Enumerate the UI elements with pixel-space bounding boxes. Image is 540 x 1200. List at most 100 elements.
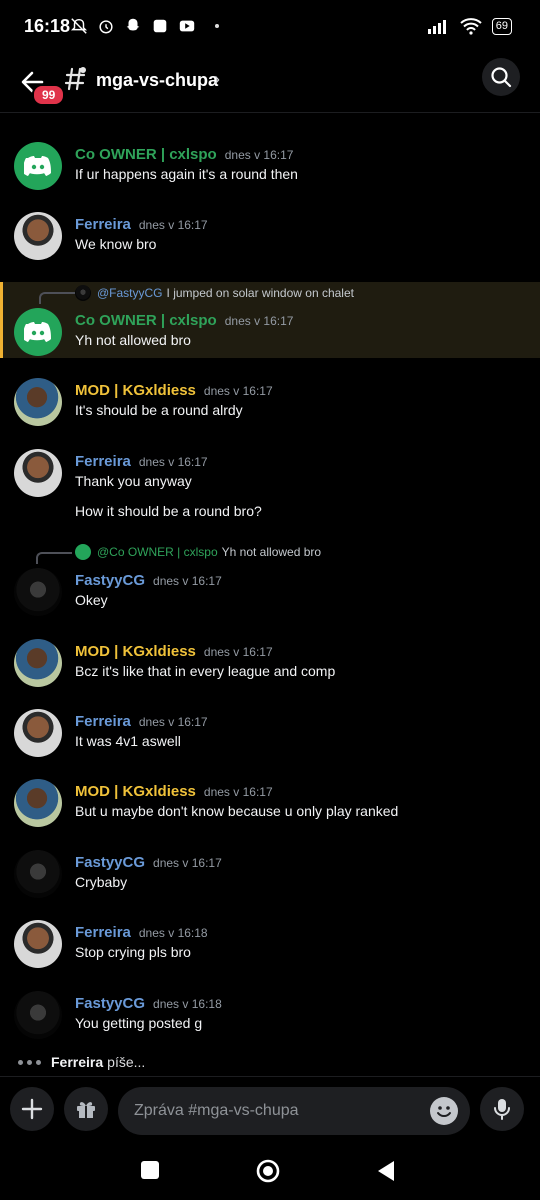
message-text: Stop crying pls bro [75, 944, 191, 960]
message-timestamp: dnes v 16:17 [224, 148, 294, 162]
message-item[interactable]: MOD | KGxldiess dnes v 16:17 It's should … [0, 376, 540, 432]
message-timestamp: dnes v 16:17 [224, 314, 294, 328]
message-timestamp: dnes v 16:17 [203, 384, 273, 398]
alarm-icon [99, 20, 113, 34]
channel-title[interactable]: mga-vs-chupa [96, 70, 218, 91]
message-composer [0, 1076, 540, 1148]
message-text: Thank you anyway [75, 473, 192, 489]
message-author[interactable]: Ferreira dnes v 16:17 [75, 216, 208, 233]
search-button[interactable] [482, 58, 520, 96]
home-button[interactable] [256, 1159, 280, 1183]
avatar[interactable] [14, 709, 62, 757]
avatar[interactable] [14, 308, 62, 356]
avatar[interactable] [14, 142, 62, 190]
avatar[interactable] [14, 991, 62, 1039]
message-author[interactable]: FastyyCG dnes v 16:17 [75, 854, 222, 871]
reply-author: @Co OWNER | cxlspo [97, 545, 218, 559]
message-author[interactable]: Ferreira dnes v 16:18 [75, 924, 208, 941]
voice-message-button[interactable] [480, 1087, 524, 1131]
message-item[interactable]: Ferreira dnes v 16:17 Thank you anyway Ho… [0, 447, 540, 523]
avatar[interactable] [14, 378, 62, 426]
message-timestamp: dnes v 16:17 [138, 218, 208, 232]
snapchat-icon [126, 18, 140, 31]
search-icon [491, 67, 512, 88]
avatar[interactable] [14, 568, 62, 616]
gift-button[interactable] [64, 1087, 108, 1131]
message-author[interactable]: MOD | KGxldiess dnes v 16:17 [75, 643, 273, 660]
message-timestamp: dnes v 16:17 [153, 856, 222, 870]
message-author[interactable]: Co OWNER | cxlspo dnes v 16:17 [75, 312, 293, 329]
message-text: Yh not allowed bro [75, 332, 191, 348]
message-item[interactable]: MOD | KGxldiess dnes v 16:17 Bcz it's lik… [0, 637, 540, 693]
avatar[interactable] [14, 639, 62, 687]
message-input[interactable] [118, 1087, 470, 1135]
avatar[interactable] [14, 449, 62, 497]
message-text: But u maybe don't know because u only pl… [75, 803, 399, 819]
message-timestamp: dnes v 16:18 [138, 926, 208, 940]
message-author[interactable]: Co OWNER | cxlspo dnes v 16:17 [75, 146, 293, 163]
message-text: How it should be a round bro? [75, 503, 262, 519]
youtube-icon [179, 20, 195, 32]
message-author[interactable]: Ferreira dnes v 16:17 [75, 453, 208, 470]
plus-icon [21, 1098, 43, 1120]
add-attachment-button[interactable] [10, 1087, 54, 1131]
gift-icon [77, 1102, 95, 1118]
unread-badge: 99 [32, 84, 66, 106]
status-left-icons [70, 17, 219, 35]
message-author[interactable]: MOD | KGxldiess dnes v 16:17 [75, 783, 273, 800]
message-item[interactable]: @Co OWNER | cxlspo Yh not allowed bro Fa… [0, 542, 540, 618]
reply-preview[interactable]: @Co OWNER | cxlspo Yh not allowed bro [75, 543, 321, 561]
message-item[interactable]: FastyyCG dnes v 16:18 You getting posted … [0, 989, 540, 1045]
avatar[interactable] [14, 212, 62, 260]
avatar[interactable] [14, 920, 62, 968]
reply-text: I jumped on solar window on chalet [166, 286, 354, 300]
reply-avatar [75, 544, 91, 560]
message-author[interactable]: Ferreira dnes v 16:17 [75, 713, 208, 730]
message-author[interactable]: FastyyCG dnes v 16:18 [75, 995, 222, 1012]
reply-text: Yh not allowed bro [221, 545, 322, 559]
microphone-icon [494, 1099, 510, 1120]
message-text: Crybaby [75, 874, 128, 890]
message-item[interactable]: Ferreira dnes v 16:17 It was 4v1 aswell [0, 707, 540, 763]
message-timestamp: dnes v 16:17 [153, 574, 222, 588]
battery-indicator: 69 [491, 17, 512, 35]
emoji-button[interactable] [430, 1097, 458, 1125]
message-text: If ur happens again it's a round then [75, 166, 298, 182]
chevron-right-icon[interactable]: › [214, 69, 220, 90]
status-bar: 16:18 69 [0, 0, 540, 56]
message-author[interactable]: FastyyCG dnes v 16:17 [75, 572, 222, 589]
reply-connector [39, 292, 75, 304]
message-text: You getting posted g [75, 1015, 203, 1031]
message-item[interactable]: Ferreira dnes v 16:17 We know bro [0, 210, 540, 266]
avatar[interactable] [14, 779, 62, 827]
discord-logo-icon [24, 322, 51, 342]
typing-suffix: píše... [107, 1054, 146, 1070]
channel-hash-icon [64, 67, 86, 91]
reply-avatar [75, 285, 91, 301]
avatar[interactable] [14, 850, 62, 898]
message-text: Okey [75, 592, 108, 608]
typing-indicator: Ferreira píše... [18, 1054, 145, 1070]
message-text: We know bro [75, 236, 157, 252]
message-timestamp: dnes v 16:17 [203, 645, 273, 659]
message-author[interactable]: MOD | KGxldiess dnes v 16:17 [75, 382, 273, 399]
message-text: It's should be a round alrdy [75, 402, 243, 418]
message-item[interactable]: Co OWNER | cxlspo dnes v 16:17 If ur happ… [0, 140, 540, 196]
system-nav-bar [0, 1148, 540, 1200]
smile-icon [437, 1106, 451, 1117]
mute-bell-icon [70, 18, 88, 34]
message-item[interactable]: FastyyCG dnes v 16:17 Crybaby [0, 848, 540, 904]
back-nav-button[interactable] [376, 1160, 396, 1182]
message-timestamp: dnes v 16:18 [153, 997, 222, 1011]
reply-connector [36, 552, 72, 564]
status-right-icons: 69 [427, 17, 512, 35]
message-item-mention[interactable]: @FastyyCG I jumped on solar window on ch… [0, 282, 540, 358]
recents-button[interactable] [140, 1160, 160, 1180]
message-item[interactable]: MOD | KGxldiess dnes v 16:17 But u maybe … [0, 777, 540, 833]
channel-header: 99 mga-vs-chupa › [0, 56, 540, 112]
reply-preview[interactable]: @FastyyCG I jumped on solar window on ch… [75, 284, 354, 302]
message-text: Bcz it's like that in every league and c… [75, 663, 336, 679]
signal-icon [427, 20, 446, 34]
message-item[interactable]: Ferreira dnes v 16:18 Stop crying pls bro [0, 918, 540, 974]
reply-author: @FastyyCG [97, 286, 163, 300]
